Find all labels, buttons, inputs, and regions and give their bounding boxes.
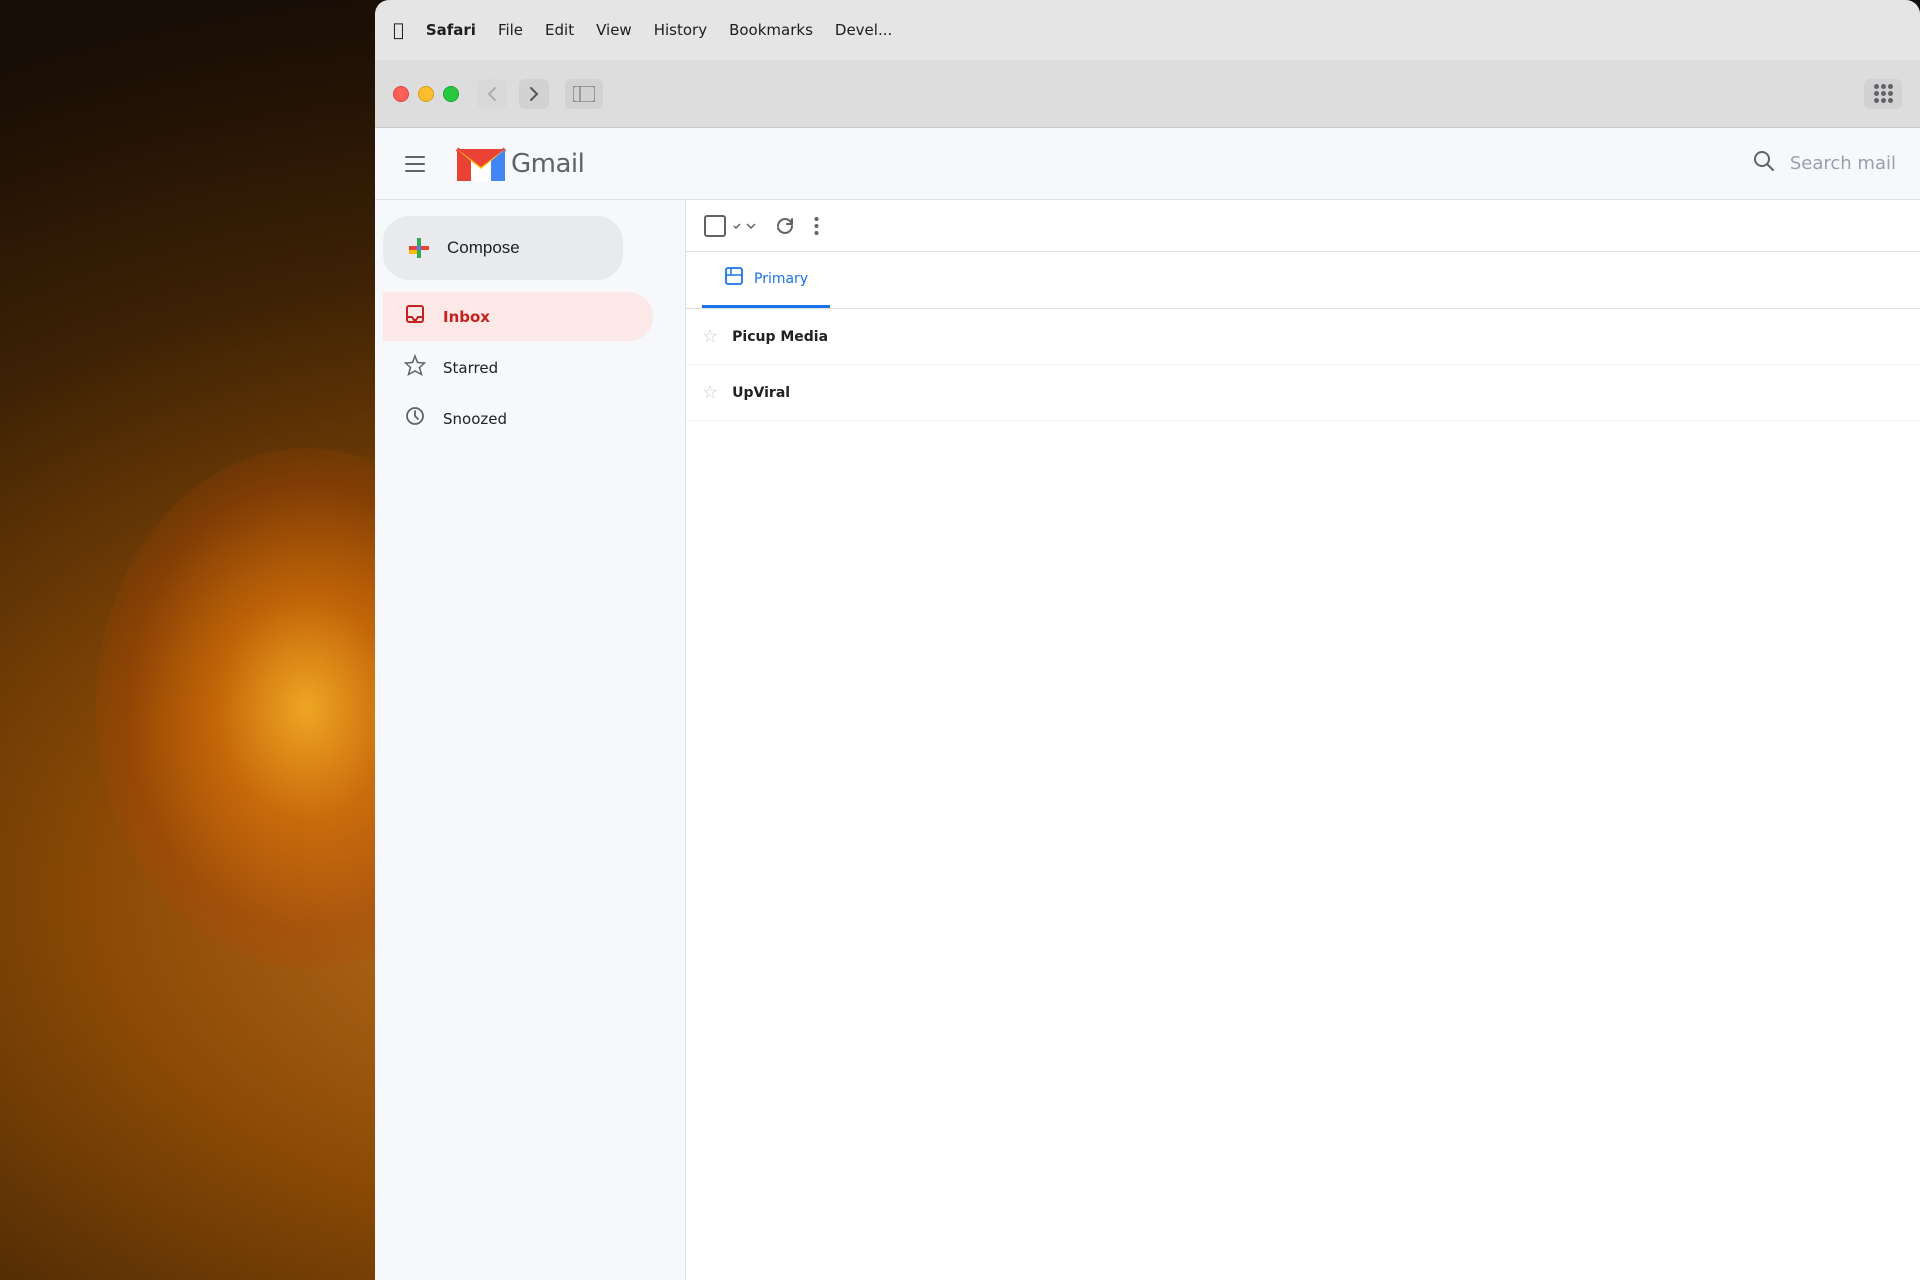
grid-icon bbox=[1874, 84, 1893, 103]
gmail-logo: Gmail bbox=[455, 143, 584, 185]
gmail-main-panel: Primary ☆ Picup Media ☆ UpViral bbox=[685, 200, 1920, 1280]
menubar-bookmarks[interactable]: Bookmarks bbox=[729, 21, 813, 39]
nav-snoozed-label: Snoozed bbox=[443, 410, 507, 428]
menubar-view[interactable]: View bbox=[596, 21, 632, 39]
minimize-button[interactable] bbox=[418, 86, 434, 102]
star-icon bbox=[403, 354, 427, 381]
menubar-history[interactable]: History bbox=[654, 21, 707, 39]
search-icon bbox=[1752, 149, 1776, 179]
more-options-button[interactable] bbox=[814, 215, 819, 237]
primary-tab-icon bbox=[724, 266, 744, 291]
email-toolbar bbox=[686, 200, 1920, 252]
inbox-icon bbox=[403, 303, 427, 330]
grid-view-button[interactable] bbox=[1864, 79, 1902, 109]
select-all-button[interactable] bbox=[704, 215, 756, 237]
nav-item-snoozed[interactable]: Snoozed bbox=[383, 394, 653, 443]
menubar-safari[interactable]: Safari bbox=[426, 21, 476, 39]
back-button[interactable] bbox=[477, 79, 507, 109]
email-tabs: Primary bbox=[686, 252, 1920, 309]
gmail-header: Gmail Search mail bbox=[375, 128, 1920, 200]
star-toggle-icon[interactable]: ☆ bbox=[702, 382, 718, 403]
table-row[interactable]: ☆ UpViral bbox=[686, 365, 1920, 421]
hamburger-line-1 bbox=[405, 156, 425, 158]
apple-menu[interactable]:  bbox=[393, 20, 404, 41]
nav-inbox-label: Inbox bbox=[443, 308, 490, 326]
nav-item-inbox[interactable]: Inbox bbox=[383, 292, 653, 341]
nav-item-starred[interactable]: Starred bbox=[383, 343, 653, 392]
hamburger-line-3 bbox=[405, 170, 425, 172]
maximize-button[interactable] bbox=[443, 86, 459, 102]
refresh-button[interactable] bbox=[774, 215, 796, 237]
gmail-sidebar: Compose Inbox bbox=[375, 200, 685, 1280]
sidebar-toggle-button[interactable] bbox=[565, 79, 603, 109]
primary-tab-label: Primary bbox=[754, 271, 808, 287]
email-sender-name: Picup Media bbox=[732, 329, 862, 345]
gmail-search-bar[interactable]: Search mail bbox=[1752, 149, 1896, 179]
compose-label: Compose bbox=[447, 238, 520, 258]
compose-plus-icon bbox=[405, 234, 433, 262]
screen:  Safari File Edit View History Bookmark… bbox=[375, 0, 1920, 1280]
browser-toolbar bbox=[375, 60, 1920, 128]
menubar-file[interactable]: File bbox=[498, 21, 523, 39]
close-button[interactable] bbox=[393, 86, 409, 102]
email-list: ☆ Picup Media ☆ UpViral bbox=[686, 309, 1920, 1280]
macos-menubar:  Safari File Edit View History Bookmark… bbox=[375, 0, 1920, 60]
traffic-lights bbox=[393, 86, 459, 102]
menubar-edit[interactable]: Edit bbox=[545, 21, 574, 39]
gmail-body: Compose Inbox bbox=[375, 200, 1920, 1280]
tab-primary[interactable]: Primary bbox=[702, 252, 830, 308]
table-row[interactable]: ☆ Picup Media bbox=[686, 309, 1920, 365]
forward-button[interactable] bbox=[519, 79, 549, 109]
gmail-title-text: Gmail bbox=[511, 149, 584, 179]
nav-starred-label: Starred bbox=[443, 359, 498, 377]
laptop-frame:  Safari File Edit View History Bookmark… bbox=[375, 0, 1920, 1280]
email-sender-name: UpViral bbox=[732, 385, 862, 401]
compose-button[interactable]: Compose bbox=[383, 216, 623, 280]
snoozed-icon bbox=[403, 405, 427, 432]
hamburger-menu-button[interactable] bbox=[399, 150, 431, 178]
menubar-devel[interactable]: Devel... bbox=[835, 21, 892, 39]
gmail-m-icon bbox=[455, 143, 507, 185]
star-toggle-icon[interactable]: ☆ bbox=[702, 326, 718, 347]
checkbox-icon bbox=[704, 215, 726, 237]
gmail-content: Gmail Search mail bbox=[375, 128, 1920, 1280]
search-placeholder: Search mail bbox=[1790, 153, 1896, 174]
hamburger-line-2 bbox=[405, 163, 425, 165]
